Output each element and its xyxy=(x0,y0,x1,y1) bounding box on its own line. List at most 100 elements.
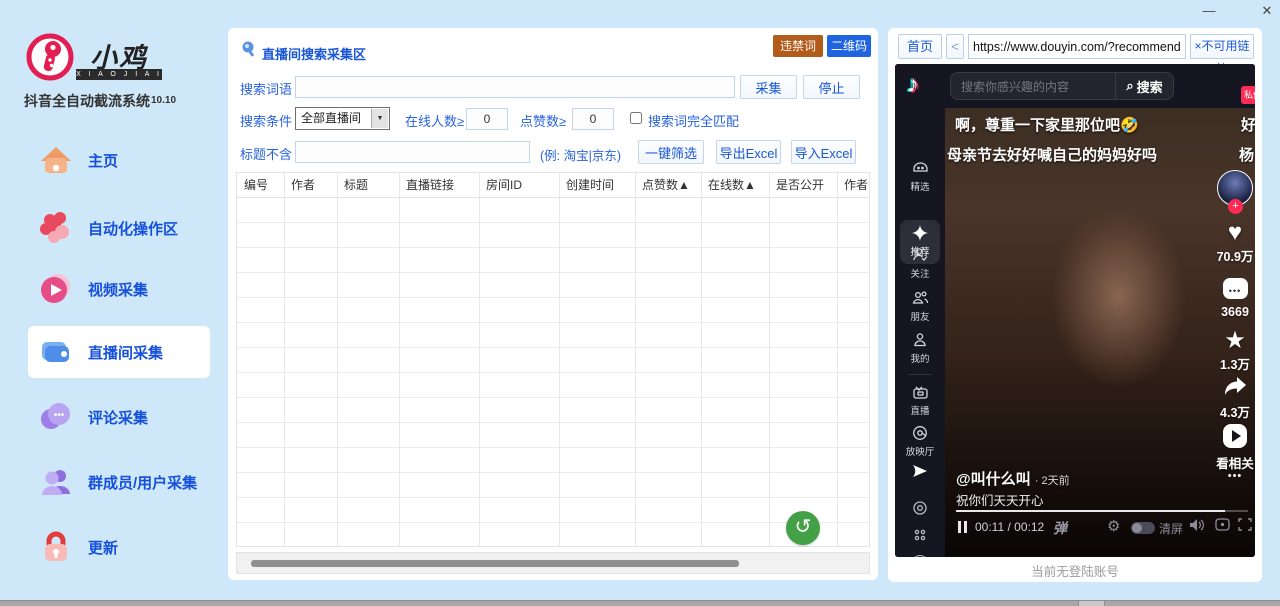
nav-item-featured[interactable]: 精选 xyxy=(895,160,945,193)
heart-icon: ♥ xyxy=(1213,220,1255,246)
favorite-button[interactable]: ★ 1.3万 xyxy=(1213,328,1255,373)
settings-gear-icon[interactable]: ⚙ xyxy=(1107,517,1120,535)
follow-icon xyxy=(895,247,945,265)
import-excel-button[interactable]: 导入Excel xyxy=(791,140,856,164)
column-header-create-time[interactable]: 创建时间 xyxy=(559,173,635,197)
exclude-title-label: 标题不含 xyxy=(240,144,292,163)
stop-button[interactable]: 停止 xyxy=(803,75,860,99)
follow-plus-button[interactable]: + xyxy=(1228,199,1243,214)
column-divider xyxy=(479,173,480,547)
douyin-left-nav: 精选 推荐 关注 朋友 xyxy=(895,108,945,557)
column-divider xyxy=(284,173,285,547)
favorite-count: 1.3万 xyxy=(1213,354,1255,373)
column-divider xyxy=(837,173,838,547)
clear-screen-toggle[interactable] xyxy=(1131,522,1155,534)
collect-button[interactable]: 采集 xyxy=(740,75,797,99)
like-button[interactable]: ♥ 70.9万 xyxy=(1213,220,1255,265)
comment-button[interactable]: ••• 3669 xyxy=(1213,278,1255,319)
featured-icon xyxy=(895,160,945,178)
exact-match-checkbox[interactable] xyxy=(630,112,642,124)
room-type-select[interactable]: 全部直播间 ▼ xyxy=(295,107,390,130)
column-header-room-id[interactable]: 房间ID xyxy=(479,173,559,197)
taskbar-segment xyxy=(1078,601,1105,606)
fullscreen-icon[interactable] xyxy=(1238,518,1252,536)
scrollbar-thumb[interactable] xyxy=(251,560,739,567)
danmaku-comment-partial: 好 xyxy=(1241,114,1255,135)
nav-item-settings-target[interactable] xyxy=(895,500,945,518)
export-excel-button[interactable]: 导出Excel xyxy=(716,140,781,164)
invalid-link-button[interactable]: ×不可用链接 xyxy=(1190,34,1254,59)
picture-in-picture-icon[interactable] xyxy=(1215,518,1230,536)
like-count: 70.9万 xyxy=(1213,246,1255,265)
browser-back-button[interactable]: < xyxy=(946,34,964,59)
column-header-author-id[interactable]: 作者 xyxy=(837,173,870,197)
danmaku-comment: 啊，尊重一下家里那位吧🤣 xyxy=(955,114,1139,135)
sidebar-item-label: 自动化操作区 xyxy=(88,218,178,239)
minimize-button[interactable]: — xyxy=(1198,2,1220,20)
browser-home-button[interactable]: 首页 xyxy=(898,34,942,59)
volume-icon[interactable] xyxy=(1189,518,1205,537)
nav-item-mine[interactable]: 我的 xyxy=(895,332,945,365)
watch-related-button[interactable]: 看相关 xyxy=(1213,424,1255,472)
nav-divider xyxy=(909,374,931,375)
column-header-title[interactable]: 标题 xyxy=(337,173,399,197)
svg-text:•••: ••• xyxy=(54,410,65,421)
pause-button[interactable] xyxy=(958,521,967,533)
refresh-button[interactable]: ↺ xyxy=(786,511,820,545)
qrcode-button[interactable]: 二维码 xyxy=(827,35,871,57)
danmaku-toggle-icon[interactable]: 弹 xyxy=(1053,518,1067,538)
shorts-logo-icon xyxy=(895,463,945,481)
douyin-logo-icon: ♪ xyxy=(907,71,919,99)
column-header-number[interactable]: 编号 xyxy=(237,173,284,197)
nav-item-cinema[interactable]: 放映厅 xyxy=(895,425,945,458)
sidebar-item-comment-collect[interactable]: ••• 评论采集 xyxy=(28,391,210,443)
douyin-search-bar[interactable]: 搜索你感兴趣的内容 ⌕ 搜索 xyxy=(950,72,1174,100)
nav-item-shorts-logo[interactable] xyxy=(895,463,945,481)
url-input[interactable] xyxy=(968,34,1186,59)
forbidden-words-button[interactable]: 违禁词 xyxy=(773,35,823,57)
sidebar-item-update[interactable]: 更新 xyxy=(28,521,210,573)
help-icon: ? xyxy=(912,555,928,557)
sidebar-item-live-collect[interactable]: 直播间采集 xyxy=(28,326,210,378)
app-logo-subtext: X I A O J I A I xyxy=(76,69,162,80)
column-header-likes-sort[interactable]: 点赞数▲ xyxy=(635,173,701,197)
more-actions-button[interactable]: ••• xyxy=(1213,470,1255,482)
column-header-online-sort[interactable]: 在线数▲ xyxy=(701,173,769,197)
column-divider xyxy=(769,173,770,547)
sidebar-item-home[interactable]: 主页 xyxy=(28,134,210,186)
exclude-title-input[interactable] xyxy=(295,141,530,163)
nav-item-help[interactable]: ? xyxy=(895,555,945,557)
sidebar-item-automation[interactable]: 自动化操作区 xyxy=(28,202,210,254)
target-icon xyxy=(895,500,945,518)
nav-item-friends[interactable]: 朋友 xyxy=(895,290,945,323)
sidebar-item-label: 群成员/用户采集 xyxy=(88,472,197,493)
keyword-input[interactable] xyxy=(295,76,735,98)
column-header-author[interactable]: 作者 xyxy=(284,173,337,197)
share-icon xyxy=(1213,376,1255,402)
nav-item-live[interactable]: 直播 xyxy=(895,384,945,417)
progress-bar[interactable] xyxy=(956,510,1248,512)
nav-item-apps-grid[interactable] xyxy=(895,528,945,546)
online-count-label: 在线人数≥ xyxy=(405,111,464,130)
close-button[interactable]: ✕ xyxy=(1256,2,1278,20)
video-player[interactable]: 啊，尊重一下家里那位吧🤣 好 母亲节去好好喊自己的妈妈好吗 杨 + ♥ 70.9… xyxy=(945,108,1255,557)
sidebar-item-user-collect[interactable]: 群成员/用户采集 xyxy=(28,456,210,508)
share-count: 4.3万 xyxy=(1213,402,1255,421)
column-header-live-link[interactable]: 直播链接 xyxy=(399,173,479,197)
comment-icon: ••• xyxy=(1223,278,1248,299)
sidebar-item-label: 评论采集 xyxy=(88,407,148,428)
horizontal-scrollbar[interactable] xyxy=(236,552,870,574)
douyin-header: ♪ 搜索你感兴趣的内容 ⌕ 搜索 私信 xyxy=(895,64,1255,108)
likes-count-label: 点赞数≥ xyxy=(520,111,566,130)
nav-label: 朋友 xyxy=(895,309,945,323)
message-badge[interactable]: 私信 xyxy=(1241,86,1255,104)
likes-count-input[interactable] xyxy=(572,108,614,130)
nav-item-follow[interactable]: 关注 xyxy=(895,247,945,280)
douyin-search-button[interactable]: ⌕ 搜索 xyxy=(1115,73,1173,99)
column-header-public[interactable]: 是否公开 xyxy=(769,173,837,197)
online-count-input[interactable] xyxy=(466,108,508,130)
video-author[interactable]: @叫什么叫 · 2天前 xyxy=(956,468,1070,489)
sidebar-item-video-collect[interactable]: 视频采集 xyxy=(28,263,210,315)
one-key-filter-button[interactable]: 一键筛选 xyxy=(638,140,704,164)
share-button[interactable]: 4.3万 xyxy=(1213,376,1255,421)
